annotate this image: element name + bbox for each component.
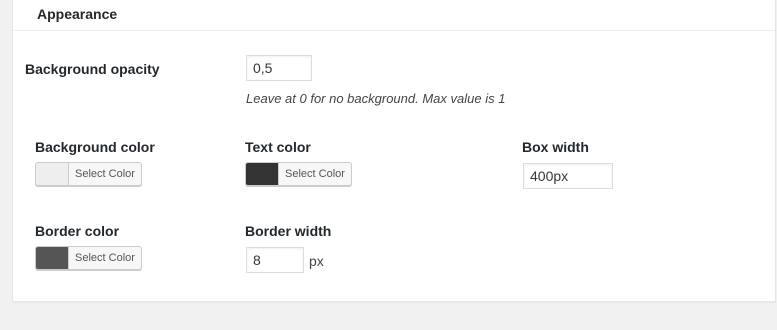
appearance-panel: Appearance Background opacity 0,5 Leave … xyxy=(12,0,776,302)
background-opacity-label: Background opacity xyxy=(25,61,160,77)
border-width-unit: px xyxy=(309,253,324,269)
text-color-picker-button[interactable]: Select Color xyxy=(245,162,352,186)
border-color-picker-button[interactable]: Select Color xyxy=(35,246,142,270)
select-color-label: Select Color xyxy=(75,168,135,180)
section-title: Appearance xyxy=(37,6,118,22)
select-color-label: Select Color xyxy=(285,168,345,180)
background-opacity-input[interactable]: 0,5 xyxy=(246,55,312,81)
border-width-label: Border width xyxy=(245,223,332,239)
border-color-swatch xyxy=(36,247,69,269)
select-color-label: Select Color xyxy=(75,252,135,264)
background-opacity-description: Leave at 0 for no background. Max value … xyxy=(246,91,506,106)
border-color-label: Border color xyxy=(35,223,120,239)
text-color-label: Text color xyxy=(245,139,311,155)
box-width-label: Box width xyxy=(522,139,589,155)
background-color-picker-button[interactable]: Select Color xyxy=(35,162,142,186)
panel-header: Appearance xyxy=(13,0,775,31)
background-color-swatch xyxy=(36,163,69,185)
box-width-input[interactable]: 400px xyxy=(523,163,613,189)
text-color-swatch xyxy=(246,163,279,185)
border-width-input[interactable]: 8 xyxy=(246,247,304,273)
background-color-label: Background color xyxy=(35,139,155,155)
